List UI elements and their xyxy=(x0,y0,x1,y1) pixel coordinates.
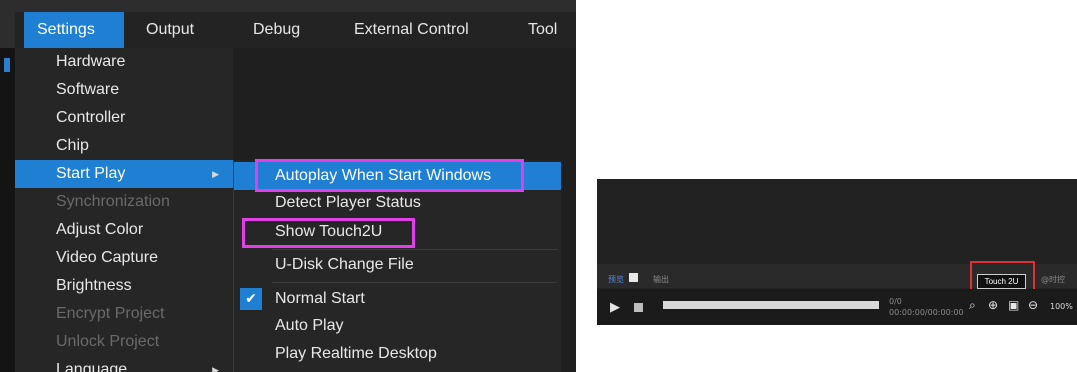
menu-item-encrypt-project: Encrypt Project xyxy=(56,305,165,322)
highlight-autoplay-box xyxy=(255,159,524,192)
submenu-play-realtime-desktop[interactable]: Play Realtime Desktop xyxy=(234,340,561,368)
menu-bar: Settings Output Debug External Control T… xyxy=(15,12,576,48)
play-icon[interactable]: ▶ xyxy=(610,301,620,314)
menu-item-language-label: Language xyxy=(56,361,128,372)
menu-separator xyxy=(272,282,557,283)
submenu-arrow-icon: ▶ xyxy=(212,169,219,179)
menu-screenshot: Settings Output Debug External Control T… xyxy=(0,0,576,372)
menu-item-brightness[interactable]: Brightness xyxy=(15,272,233,300)
status-row xyxy=(597,325,1077,334)
menu-item-video-capture[interactable]: Video Capture xyxy=(15,244,233,272)
menu-item-controller[interactable]: Controller xyxy=(15,104,233,132)
frame-counter: 0/0 xyxy=(889,297,902,306)
submenu-normal-start[interactable]: Normal Start xyxy=(234,285,561,313)
menu-item-adjust-color[interactable]: Adjust Color xyxy=(15,216,233,244)
zoom-out-icon[interactable]: ⊖ xyxy=(1028,299,1038,312)
menu-settings[interactable]: Settings xyxy=(24,12,124,48)
edge-accent xyxy=(4,58,10,72)
highlight-touch2u-box xyxy=(242,218,415,248)
menu-item-software[interactable]: Software xyxy=(15,76,233,104)
menu-item-hardware[interactable]: Hardware xyxy=(15,48,233,76)
submenu-u-disk-change-file[interactable]: U-Disk Change File xyxy=(234,251,561,279)
stop-icon[interactable] xyxy=(634,303,643,312)
highlight-touch2u-red-box xyxy=(970,261,1035,291)
menu-item-chip[interactable]: Chip xyxy=(15,132,233,160)
player-screenshot: 预览 输出 @时控 Touch 2U ▶ 0/0 00:00:00/00:00:… xyxy=(597,179,1077,334)
menu-output[interactable]: Output xyxy=(146,12,194,48)
submenu-arrow-icon: ▶ xyxy=(212,365,219,372)
zoom-fit-icon[interactable]: ⌕ xyxy=(969,299,976,312)
tab-preview[interactable]: 预览 xyxy=(608,274,624,285)
tab-output[interactable]: 输出 xyxy=(653,274,669,285)
menu-item-synchronization: Synchronization xyxy=(56,193,170,210)
menu-debug[interactable]: Debug xyxy=(253,12,300,48)
menu-external-control[interactable]: External Control xyxy=(354,12,469,48)
window-edge xyxy=(0,48,15,372)
play-box-icon xyxy=(629,273,638,282)
settings-dropdown: Hardware Software Controller Chip Start … xyxy=(15,48,233,372)
menu-item-unlock-project: Unlock Project xyxy=(56,333,160,350)
menu-item-start-play-label: Start Play xyxy=(56,165,126,182)
menu-tool[interactable]: Tool xyxy=(528,12,557,48)
time-readout: 00:00:00/00:00:00 xyxy=(889,308,964,317)
zoom-level: 100% xyxy=(1050,302,1073,311)
menu-item-start-play[interactable]: Start Play ▶ xyxy=(15,160,233,188)
menu-item-language[interactable]: Language ▶ xyxy=(15,356,233,372)
tab-timing[interactable]: @时控 xyxy=(1041,274,1065,285)
progress-bar[interactable] xyxy=(663,301,879,309)
submenu-auto-play[interactable]: Auto Play xyxy=(234,312,561,340)
actual-size-icon[interactable]: ▣ xyxy=(1008,299,1019,312)
zoom-in-icon[interactable]: ⊕ xyxy=(988,299,998,312)
menu-separator xyxy=(272,249,557,250)
submenu-detect-player-status[interactable]: Detect Player Status xyxy=(234,189,561,217)
